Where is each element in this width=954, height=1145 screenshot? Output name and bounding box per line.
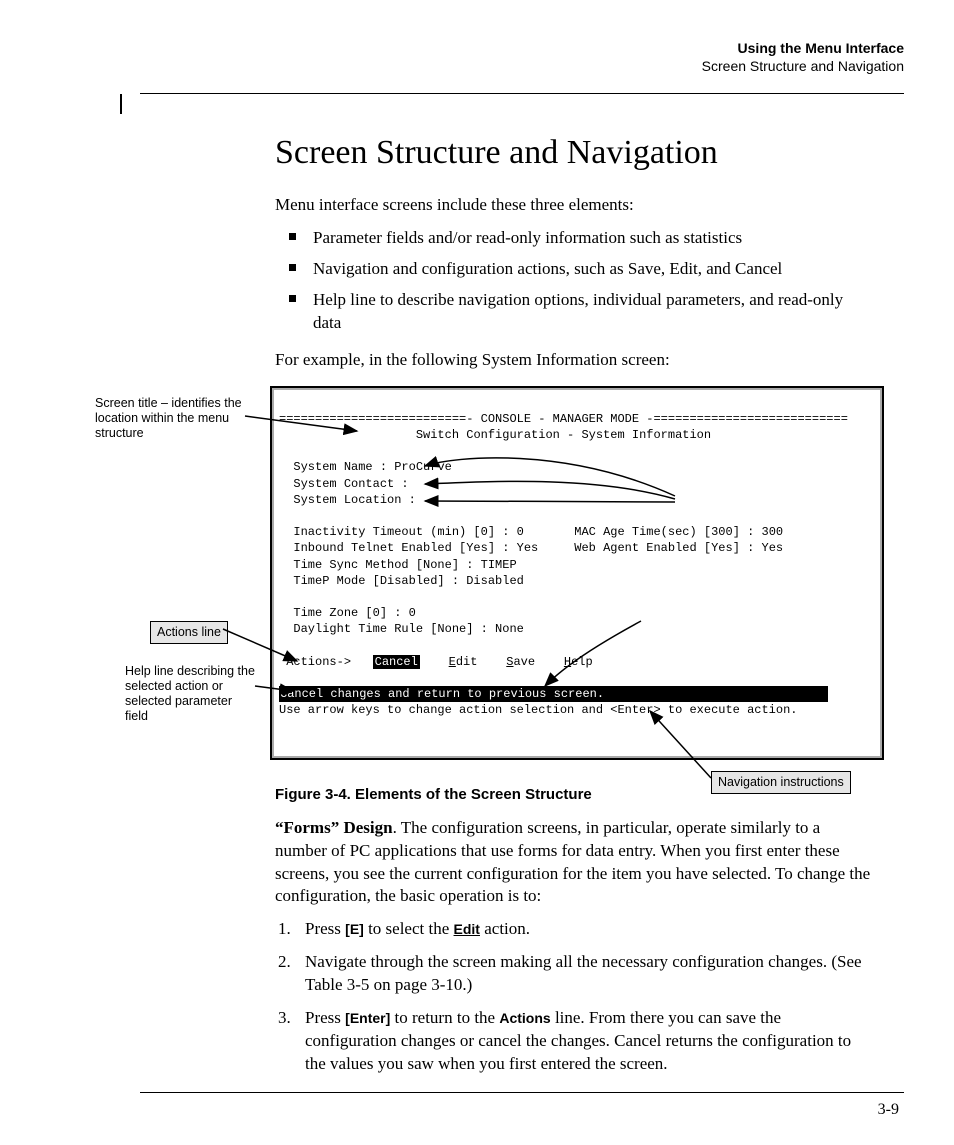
sysname-value: ProCurve	[394, 460, 452, 474]
callout-actions-line: Actions line	[150, 621, 228, 644]
callout-nav-instructions: Navigation instructions	[711, 771, 851, 794]
callout-help-line: Help line describing the selected action…	[125, 664, 255, 724]
figure: Screen title – identifies the location w…	[95, 386, 885, 776]
action-help: elp	[571, 655, 593, 669]
timepmode: TimeP Mode [Disabled] : Disabled	[293, 574, 523, 588]
list-item: Press [Enter] to return to the Actions l…	[295, 1007, 875, 1076]
dst: Daylight Time Rule [None] : None	[293, 622, 523, 636]
page-title: Screen Structure and Navigation	[275, 134, 875, 172]
list-item: Help line to describe navigation options…	[275, 289, 875, 335]
telnet: Inbound Telnet Enabled [Yes] : Yes	[293, 541, 538, 555]
bold-edit: Edit	[454, 921, 480, 937]
key-enter: [Enter]	[345, 1010, 390, 1026]
running-header-sub: Screen Structure and Navigation	[702, 58, 904, 74]
console-subtitle: Switch Configuration - System Informatio…	[416, 428, 711, 442]
action-edit-u: E	[449, 655, 456, 669]
top-rule-tick	[120, 94, 122, 114]
forms-heading: “Forms” Design	[275, 818, 393, 837]
bottom-rule	[140, 1092, 904, 1093]
nav-line: Use arrow keys to change action selectio…	[279, 703, 797, 717]
bullet-list: Parameter fields and/or read-only inform…	[275, 227, 875, 335]
syscontact: System Contact :	[293, 477, 408, 491]
macage: MAC Age Time(sec) [300] : 300	[574, 525, 783, 539]
steps-list: Press [E] to select the Edit action. Nav…	[275, 918, 875, 1076]
callout-screen-title: Screen title – identifies the location w…	[95, 396, 245, 441]
intro-paragraph: Menu interface screens include these thr…	[275, 194, 875, 217]
list-item: Parameter fields and/or read-only inform…	[275, 227, 875, 250]
top-rule	[140, 93, 904, 94]
forms-paragraph: “Forms” Design. The configuration screen…	[275, 817, 875, 909]
list-item: Navigate through the screen making all t…	[295, 951, 875, 997]
bold-actions: Actions	[499, 1010, 550, 1026]
action-save: ave	[513, 655, 535, 669]
inactivity: Inactivity Timeout (min) [0] : 0	[293, 525, 523, 539]
action-cancel: Cancel	[373, 655, 420, 669]
action-edit: dit	[456, 655, 478, 669]
running-header-bold: Using the Menu Interface	[738, 40, 904, 56]
console-screenshot: ==========================- CONSOLE - MA…	[270, 386, 884, 760]
webagent: Web Agent Enabled [Yes] : Yes	[574, 541, 783, 555]
sysname-label: System Name :	[293, 460, 394, 474]
actions-label: Actions->	[286, 655, 351, 669]
example-lead: For example, in the following System Inf…	[275, 349, 875, 372]
list-item: Press [E] to select the Edit action.	[295, 918, 875, 941]
timesync: Time Sync Method [None] : TIMEP	[293, 558, 516, 572]
page-number: 3-9	[878, 1101, 899, 1119]
help-line: Cancel changes and return to previous sc…	[279, 686, 828, 702]
key-e: [E]	[345, 921, 364, 937]
syslocation: System Location :	[293, 493, 415, 507]
list-item: Navigation and configuration actions, su…	[275, 258, 875, 281]
console-rule: ==========================- CONSOLE - MA…	[279, 412, 848, 426]
running-header: Using the Menu Interface Screen Structur…	[50, 40, 904, 75]
timezone: Time Zone [0] : 0	[293, 606, 415, 620]
